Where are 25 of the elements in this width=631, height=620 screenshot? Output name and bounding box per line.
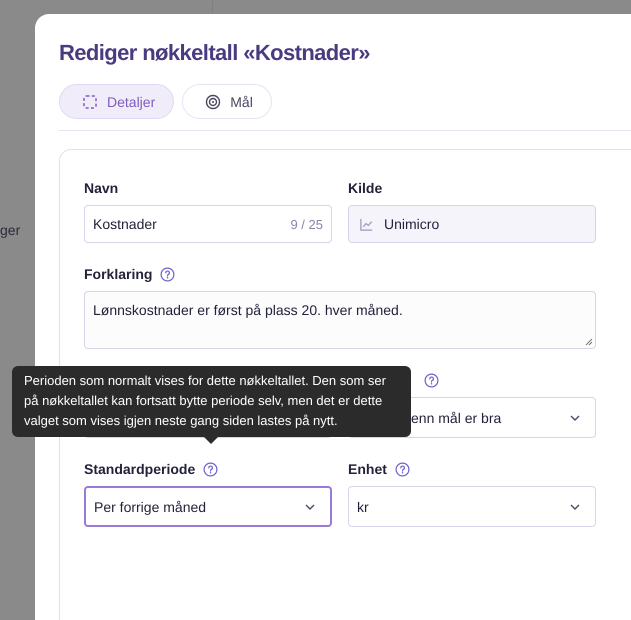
tooltip-pointer xyxy=(204,437,218,444)
dialog-title: Rediger nøkkeltall «Kostnader» xyxy=(59,40,371,66)
resize-handle-icon[interactable] xyxy=(585,338,593,346)
source-field: Unimicro xyxy=(348,205,596,243)
tab[interactable]: Detaljer xyxy=(59,84,174,119)
field-label: Standardperiode xyxy=(84,461,196,477)
field-label: Navn xyxy=(84,180,118,196)
target-icon xyxy=(205,94,222,110)
help-icon[interactable] xyxy=(424,372,439,388)
dashed-square-icon xyxy=(82,94,98,110)
background-text: ger xyxy=(0,222,20,238)
character-counter: 9 / 25 xyxy=(290,216,323,232)
description-textarea[interactable]: Lønnskostnader er først på plass 20. hver måned. xyxy=(84,291,596,349)
name-input-field[interactable]: Kostnader 9 / 25 xyxy=(84,205,332,243)
tooltip: Perioden som normalt vises for dette nøkkeltallet. Den som ser på nøkkeltallet kan fortsatt bytte periode selv, men det er dette valget som vises igjen neste gang siden lastes på nytt. xyxy=(12,366,411,437)
tab[interactable]: Mål xyxy=(182,84,272,119)
select-dropdown[interactable]: kr xyxy=(348,486,596,527)
help-icon[interactable] xyxy=(203,462,218,476)
help-icon[interactable] xyxy=(394,462,410,476)
select-dropdown[interactable]: Per forrige måned xyxy=(84,486,332,527)
field-label: Enhet xyxy=(348,461,387,477)
field-label: Forklaring xyxy=(84,266,152,282)
field-label: Kilde xyxy=(348,180,382,196)
help-icon[interactable] xyxy=(160,266,176,282)
line-chart-icon xyxy=(359,216,374,232)
